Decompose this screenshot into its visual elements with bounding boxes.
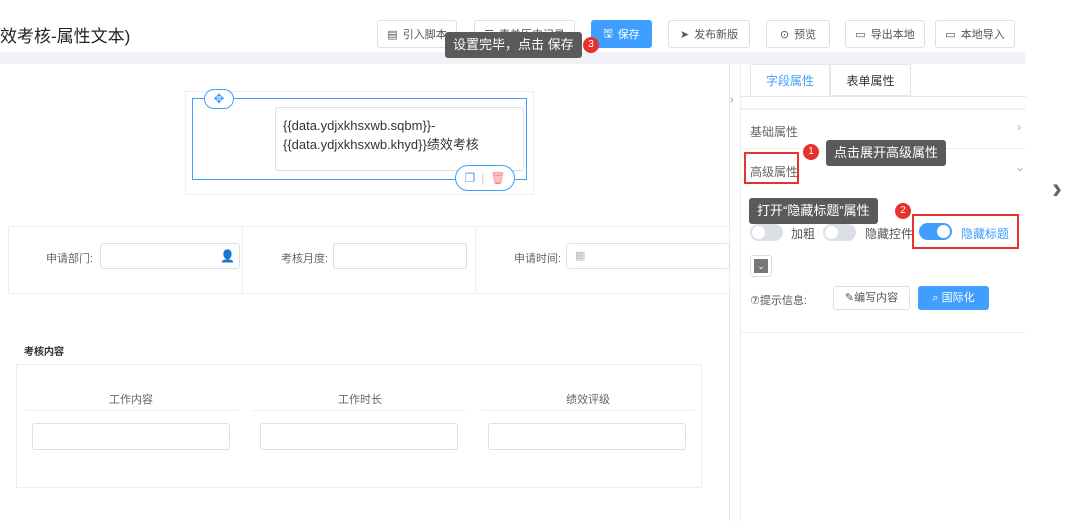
hide-control-toggle[interactable] [823, 224, 856, 241]
step-badge-1: 1 [803, 144, 819, 160]
chevron-down-icon[interactable]: ⌄ [1015, 160, 1025, 174]
preview-button[interactable]: ⊙ 预览 [766, 20, 830, 48]
write-content-button[interactable]: ✎编写内容 [833, 286, 910, 310]
rating-input[interactable] [488, 423, 686, 450]
tab-form-props[interactable]: 表单属性 [830, 64, 911, 96]
text-content[interactable]: {{data.ydjxkhsxwb.sqbm}}- {{data.ydjxkhs… [275, 107, 524, 171]
tooltip-save: 设置完毕，点击 保存 [445, 32, 582, 58]
tooltip-advanced: 点击展开高级属性 [826, 140, 947, 166]
edit-icon: ✎ [844, 292, 855, 304]
section-title: 考核内容 [24, 347, 64, 358]
search-icon: ⌕ [932, 292, 942, 304]
user-icon: 👤 [220, 249, 235, 263]
tab-field-props[interactable]: 字段属性 [750, 64, 830, 96]
form-canvas: ✥ {{data.ydjxkhsxwb.sqbm}}- {{data.ydjxk… [0, 64, 730, 521]
date-input[interactable]: ▦ [566, 243, 730, 269]
work-content-input[interactable] [32, 423, 230, 450]
move-icon[interactable]: ✥ [204, 89, 234, 109]
dept-input[interactable]: 👤 [100, 243, 240, 269]
tooltip-hide-title: 打开“隐藏标题”属性 [749, 198, 878, 224]
publish-button[interactable]: ➤ 发布新版 [668, 20, 750, 48]
highlight-advanced [744, 152, 799, 184]
properties-panel: 字段属性 表单属性 基础属性 › 高级属性 ⌄ 标题字体样式 加粗 隐藏控件 隐… [740, 64, 1026, 521]
delete-icon[interactable]: 🗑 [490, 171, 505, 185]
step-badge-2: 2 [895, 203, 911, 219]
save-icon: 🖫 [603, 27, 613, 40]
step-badge-3: 3 [583, 37, 599, 53]
save-button[interactable]: 🖫 保存 [591, 20, 652, 48]
work-hours-input[interactable] [260, 423, 458, 450]
local-import-button[interactable]: ▭ 本地导入 [935, 20, 1015, 48]
bold-toggle[interactable] [750, 224, 783, 241]
sub-table: 工作内容 工作时长 绩效评级 [16, 364, 702, 488]
folder-icon: ▭ [855, 28, 866, 41]
basic-props-header[interactable]: 基础属性 [750, 123, 798, 140]
next-arrow-icon[interactable]: › [1052, 172, 1062, 206]
chevron-down-icon: ⌄ [754, 259, 768, 273]
color-picker[interactable]: ⌄ [750, 255, 772, 277]
i18n-button[interactable]: ⌕ 国际化 [918, 286, 989, 310]
export-button[interactable]: ▭ 导出本地 [845, 20, 925, 48]
collapse-panel-icon[interactable]: › [730, 94, 740, 116]
widget-actions: ❐ | 🗑 [455, 165, 515, 191]
month-input[interactable] [333, 243, 467, 269]
folder-open-icon: ▭ [945, 28, 956, 41]
script-icon: ▤ [387, 28, 398, 41]
help-icon: ⊙ [779, 28, 790, 41]
chevron-right-icon[interactable]: › [1017, 120, 1021, 134]
page-title: 效考核-属性文本) [0, 27, 131, 46]
calendar-icon: ▦ [575, 250, 586, 262]
send-icon: ➤ [679, 28, 690, 41]
highlight-hide-title [912, 214, 1019, 249]
copy-icon[interactable]: ❐ [464, 171, 475, 185]
